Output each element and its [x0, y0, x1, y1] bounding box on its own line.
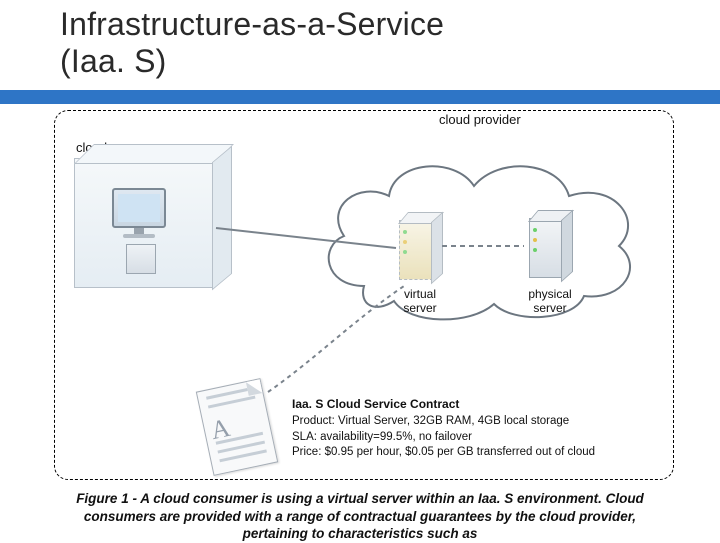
contract-price: Price: $0.95 per hour, $0.05 per GB tran… — [292, 445, 595, 461]
cloud-icon — [314, 146, 644, 326]
figure-caption: Figure 1 - A cloud consumer is using a v… — [0, 490, 720, 543]
cloud-consumer-box — [74, 158, 214, 288]
physical-server-icon — [529, 218, 563, 278]
cloud-provider-label: cloud provider — [439, 112, 521, 127]
title-line-2: (Iaa. S) — [60, 43, 167, 79]
accent-bar — [0, 90, 720, 104]
contract-document-icon: A — [204, 384, 270, 470]
virtual-server-label: virtual server — [390, 288, 450, 316]
physical-server-label: physical server — [518, 288, 582, 316]
contract-text: Iaa. S Cloud Service Contract Product: V… — [292, 396, 595, 461]
contract-heading: Iaa. S Cloud Service Contract — [292, 396, 595, 412]
contract-sla: SLA: availability=99.5%, no failover — [292, 430, 595, 446]
slide-title: Infrastructure-as-a-Service (Iaa. S) — [0, 0, 720, 80]
virtual-server-icon — [399, 220, 433, 280]
desktop-computer-icon — [112, 188, 166, 238]
contract-product: Product: Virtual Server, 32GB RAM, 4GB l… — [292, 414, 595, 430]
title-line-1: Infrastructure-as-a-Service — [60, 6, 444, 42]
diagram: cloud provider cloud consumer virtual se… — [54, 110, 674, 480]
